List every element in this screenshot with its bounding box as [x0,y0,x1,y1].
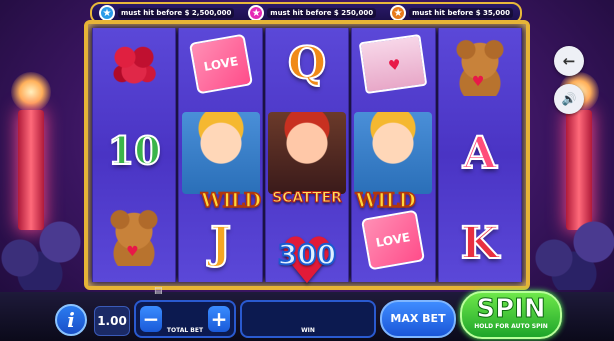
jackpot-text: must hit before $ 250,000 [267,8,377,18]
jackpot-grand: ★ must hit before $ 2,500,000 [98,5,235,21]
spin-button[interactable]: SPIN HOLD FOR AUTO SPIN [460,291,562,339]
reel-2: LOVE WILD J [178,28,263,282]
teddy-bear-symbol: ♥ [106,208,163,266]
star-icon: ★ [248,5,265,21]
cupid-wild-symbol [354,112,433,194]
wild-label: WILD [355,187,417,213]
heart-icon: ♥ [471,74,485,90]
paytable-icon[interactable]: ▤ [154,286,163,296]
reel-4: ♥ WILD LOVE [351,28,436,282]
q-symbol: Q [287,37,327,90]
star-icon: ★ [390,5,407,21]
reel-frame: 10 ♥ LOVE WILD J Q SCATTER ♥ 300 ♥ WILD … [84,20,530,294]
arrow-left-icon: ← [562,52,576,70]
heart-icon: ♥ [126,244,139,260]
cupid-wild-symbol [181,112,260,194]
prize-value: 300 [277,237,337,272]
max-bet-button[interactable]: MAX BET [380,300,456,338]
love-card-symbol: LOVE [188,33,253,95]
heart-icon: ♥ [387,57,403,75]
roses-symbol [104,38,165,93]
reel-3: Q SCATTER ♥ 300 [264,28,350,294]
info-button[interactable]: i [55,304,87,336]
reel-1: 10 ♥ [92,28,177,282]
right-decoration [524,0,614,290]
jackpot-text: must hit before $ 35,000 [409,8,514,18]
back-button[interactable]: ← [554,46,584,76]
jackpot-major: ★ must hit before $ 250,000 [248,5,377,21]
k-symbol: K [460,217,500,270]
ten-symbol: 10 [107,127,162,174]
win-panel: WIN [240,300,376,338]
jackpot-text: must hit before $ 2,500,000 [117,8,235,18]
scatter-label: SCATTER [272,190,343,207]
total-bet-panel: − + TOTAL BET [134,300,236,338]
win-label: WIN [301,327,315,334]
teddy-bear-symbol: ♥ [451,38,508,96]
j-symbol: J [209,217,232,270]
rose-bush [524,210,614,290]
sound-button[interactable]: 🔊 [554,84,584,114]
wild-label: WILD [200,187,262,213]
love-letter-symbol: ♥ [359,33,428,95]
speaker-icon: 🔊 [561,92,577,106]
cupid-scatter-symbol [268,112,347,194]
lamp-glow [11,72,51,112]
left-decoration [0,0,90,290]
love-card-symbol: LOVE [361,209,426,271]
jackpot-minor: ★ must hit before $ 35,000 [390,5,514,21]
total-bet-label: TOTAL BET [166,327,204,334]
star-icon: ★ [98,5,115,21]
reel-5: ♥ A K [437,28,523,282]
a-symbol: A [462,127,498,180]
bet-amount[interactable]: 1.00 [94,306,130,336]
reels: 10 ♥ LOVE WILD J Q SCATTER ♥ 300 ♥ WILD … [92,28,523,294]
spin-hint: HOLD FOR AUTO SPIN [474,323,548,330]
rose-bush [0,210,90,290]
spin-label: SPIN [476,294,546,324]
